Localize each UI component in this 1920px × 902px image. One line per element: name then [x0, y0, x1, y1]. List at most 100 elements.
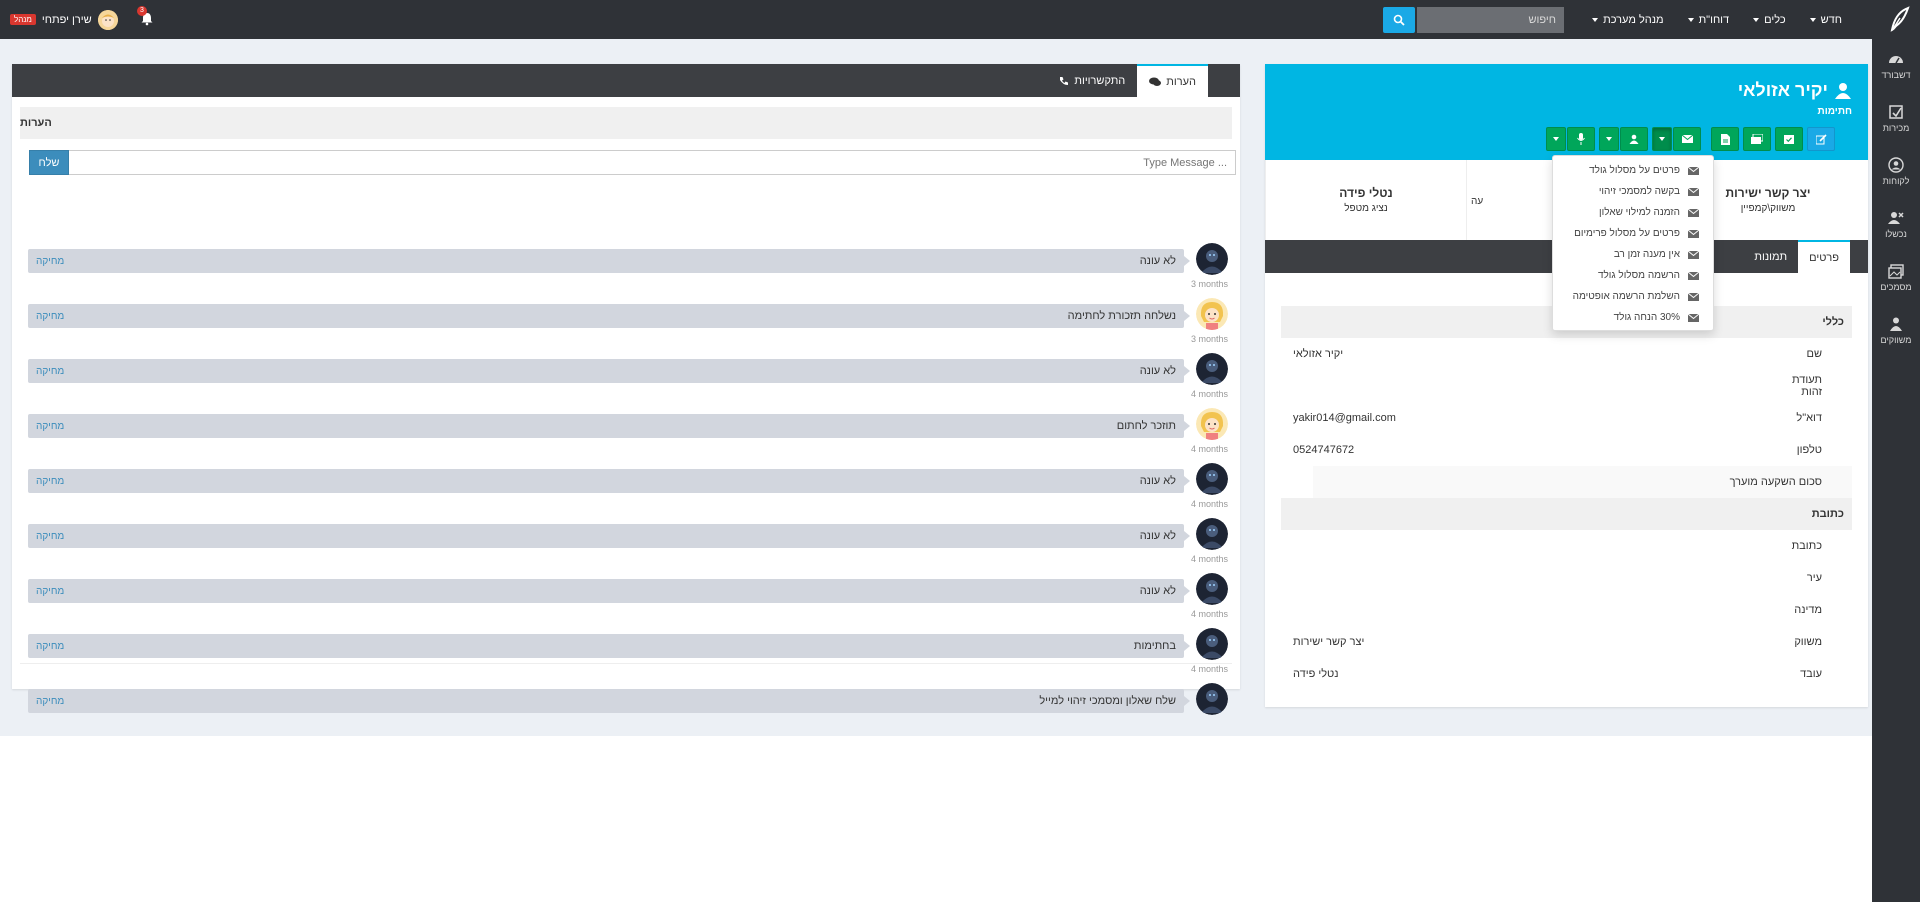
send-button[interactable]: שלח	[29, 150, 69, 175]
envelope-icon	[1688, 271, 1699, 280]
sidebar-item-documents[interactable]: מסמכים	[1872, 251, 1920, 304]
sidebar-item-failed[interactable]: נכשלו	[1872, 198, 1920, 251]
send-email-button[interactable]	[1673, 127, 1701, 151]
delete-note-link[interactable]: מחיקה	[36, 311, 64, 322]
dropdown-item[interactable]: השלמת הרשמה אופטימה	[1553, 286, 1713, 307]
tab-notes[interactable]: הערות	[1137, 64, 1208, 97]
tab-calls-label: התקשרויות	[1074, 74, 1126, 87]
record-button[interactable]	[1567, 127, 1595, 151]
dropdown-item[interactable]: הרשמה מסלול גולד	[1553, 265, 1713, 286]
message-input[interactable]	[68, 150, 1236, 175]
chevron-down-icon	[1809, 17, 1816, 22]
delete-note-link[interactable]: מחיקה	[36, 531, 64, 542]
app-logo[interactable]	[1884, 4, 1914, 34]
delete-note-link[interactable]: מחיקה	[36, 586, 64, 597]
dropdown-item[interactable]: פרטים על מסלול פרימיום	[1553, 223, 1713, 244]
sidebar-item-dashboard[interactable]: דשבורד	[1872, 39, 1920, 92]
calendar-check-icon	[1784, 135, 1794, 144]
sidebar-item-label: מסמכים	[1880, 282, 1912, 292]
sidebar-item-label: דשבורד	[1881, 70, 1911, 80]
delete-note-link[interactable]: מחיקה	[36, 366, 64, 377]
dropdown-item[interactable]: פרטים על מסלול גולד	[1553, 160, 1713, 181]
chevron-down-icon	[1753, 17, 1760, 22]
menu-admin[interactable]: מנהל מערכת	[1592, 14, 1664, 26]
sidebar-item-label: משווקים	[1880, 335, 1912, 345]
delete-note-link[interactable]: מחיקה	[36, 641, 64, 652]
dropdown-item[interactable]: הזמנה למילוי שאלון	[1553, 202, 1713, 223]
note-text: בחתימות	[1133, 640, 1176, 652]
menu-reports[interactable]: דוחו"ת	[1687, 14, 1729, 26]
mic-dropdown-toggle[interactable]	[1546, 127, 1566, 151]
detail-value: נטלי פידה	[1293, 668, 1339, 680]
tab-details[interactable]: פרטים	[1798, 240, 1850, 273]
search-icon	[1393, 14, 1405, 26]
search-input[interactable]	[1417, 7, 1564, 33]
profile-actions	[1546, 127, 1835, 151]
tab-images[interactable]: תמונות	[1743, 240, 1798, 273]
customer-status: חתימות	[1817, 106, 1852, 117]
dropdown-item[interactable]: בקשה למסמכי זיהוי	[1553, 181, 1713, 202]
sidebar-item-sales[interactable]: מכירות	[1872, 92, 1920, 145]
note-item: לא עונה מחיקה 4 months	[28, 573, 1228, 619]
delete-note-link[interactable]: מחיקה	[36, 696, 64, 707]
user-group	[1599, 127, 1648, 151]
detail-value: יצר קשר ישירות	[1293, 636, 1365, 648]
assign-user-button[interactable]	[1620, 127, 1648, 151]
delete-note-link[interactable]: מחיקה	[36, 476, 64, 487]
images-button[interactable]	[1743, 127, 1771, 151]
dropdown-item-label: השלמת הרשמה אופטימה	[1572, 291, 1680, 302]
profile-header: יקיר אזולאי חתימות	[1265, 64, 1868, 160]
calendar-button[interactable]	[1775, 127, 1803, 151]
menu-new-label: חדש	[1820, 13, 1842, 26]
note-text: נשלחה תזכורת לחתימה	[1067, 310, 1176, 322]
dropdown-item[interactable]: 30% הנחה גולד	[1553, 307, 1713, 328]
mic-group	[1546, 127, 1595, 151]
edit-icon	[1815, 133, 1827, 144]
detail-key: תעודת זהות	[1791, 374, 1822, 398]
detail-value: yakir014@gmail.com	[1293, 412, 1396, 424]
sidebar-item-customers[interactable]: לקוחות	[1872, 145, 1920, 198]
note-timestamp: 4 months	[1190, 499, 1228, 509]
note-bubble: לא עונה מחיקה	[28, 579, 1190, 603]
detail-key: מדינה	[1794, 604, 1822, 616]
note-timestamp: 3 months	[1190, 334, 1228, 344]
note-bubble: לא עונה מחיקה	[28, 524, 1190, 548]
stat-label: נציג מטפל	[1344, 203, 1388, 214]
detail-key: דוא"ל	[1796, 412, 1822, 424]
dropdown-item-label: הרשמה מסלול גולד	[1597, 270, 1680, 281]
notifications-button[interactable]: 3	[137, 6, 156, 28]
top-menu: חדש כלים דוחו"ת מנהל מערכת	[1592, 0, 1842, 39]
delete-note-link[interactable]: מחיקה	[36, 421, 64, 432]
note-text: לא עונה	[1139, 530, 1176, 542]
dropdown-item[interactable]: אין מענה זמן רב	[1553, 244, 1713, 265]
chevron-down-icon	[1659, 137, 1665, 141]
menu-new[interactable]: חדש	[1809, 13, 1842, 26]
chevron-down-icon	[1606, 137, 1612, 141]
detail-key: עובד	[1800, 668, 1822, 680]
menu-tools[interactable]: כלים	[1753, 14, 1786, 26]
edit-button[interactable]	[1807, 127, 1835, 151]
envelope-icon	[1688, 208, 1699, 217]
dropdown-item-label: בקשה למסמכי זיהוי	[1598, 186, 1680, 197]
detail-row-email: דוא"ל yakir014@gmail.com	[1281, 402, 1852, 434]
documents-icon	[1888, 264, 1904, 279]
user-name: שירן יפתחי	[41, 13, 92, 26]
tab-calls[interactable]: התקשרויות	[1047, 64, 1137, 97]
detail-key: טלפון	[1796, 444, 1822, 456]
envelope-icon	[1688, 292, 1699, 301]
search-button[interactable]	[1383, 7, 1415, 33]
note-text: תוזכר לחתום	[1116, 420, 1176, 432]
dropdown-item-label: 30% הנחה גולד	[1613, 312, 1680, 323]
email-dropdown-toggle[interactable]	[1652, 127, 1672, 151]
notes-divider	[20, 663, 1232, 664]
sidebar-item-marketers[interactable]: משווקים	[1872, 304, 1920, 357]
document-button[interactable]	[1711, 127, 1739, 151]
note-timestamp: 4 months	[1190, 554, 1228, 564]
note-timestamp: 3 months	[1190, 279, 1228, 289]
stat-value: נטלי פידה	[1339, 186, 1393, 200]
delete-note-link[interactable]: מחיקה	[36, 256, 64, 267]
user-menu[interactable]: מנהל שירן יפתחי	[10, 0, 118, 39]
sidebar-item-label: לקוחות	[1882, 176, 1910, 186]
user-dropdown-toggle[interactable]	[1599, 127, 1619, 151]
top-navbar: חדש כלים דוחו"ת מנהל מערכת 3 מנהל שירן י…	[0, 0, 1920, 39]
